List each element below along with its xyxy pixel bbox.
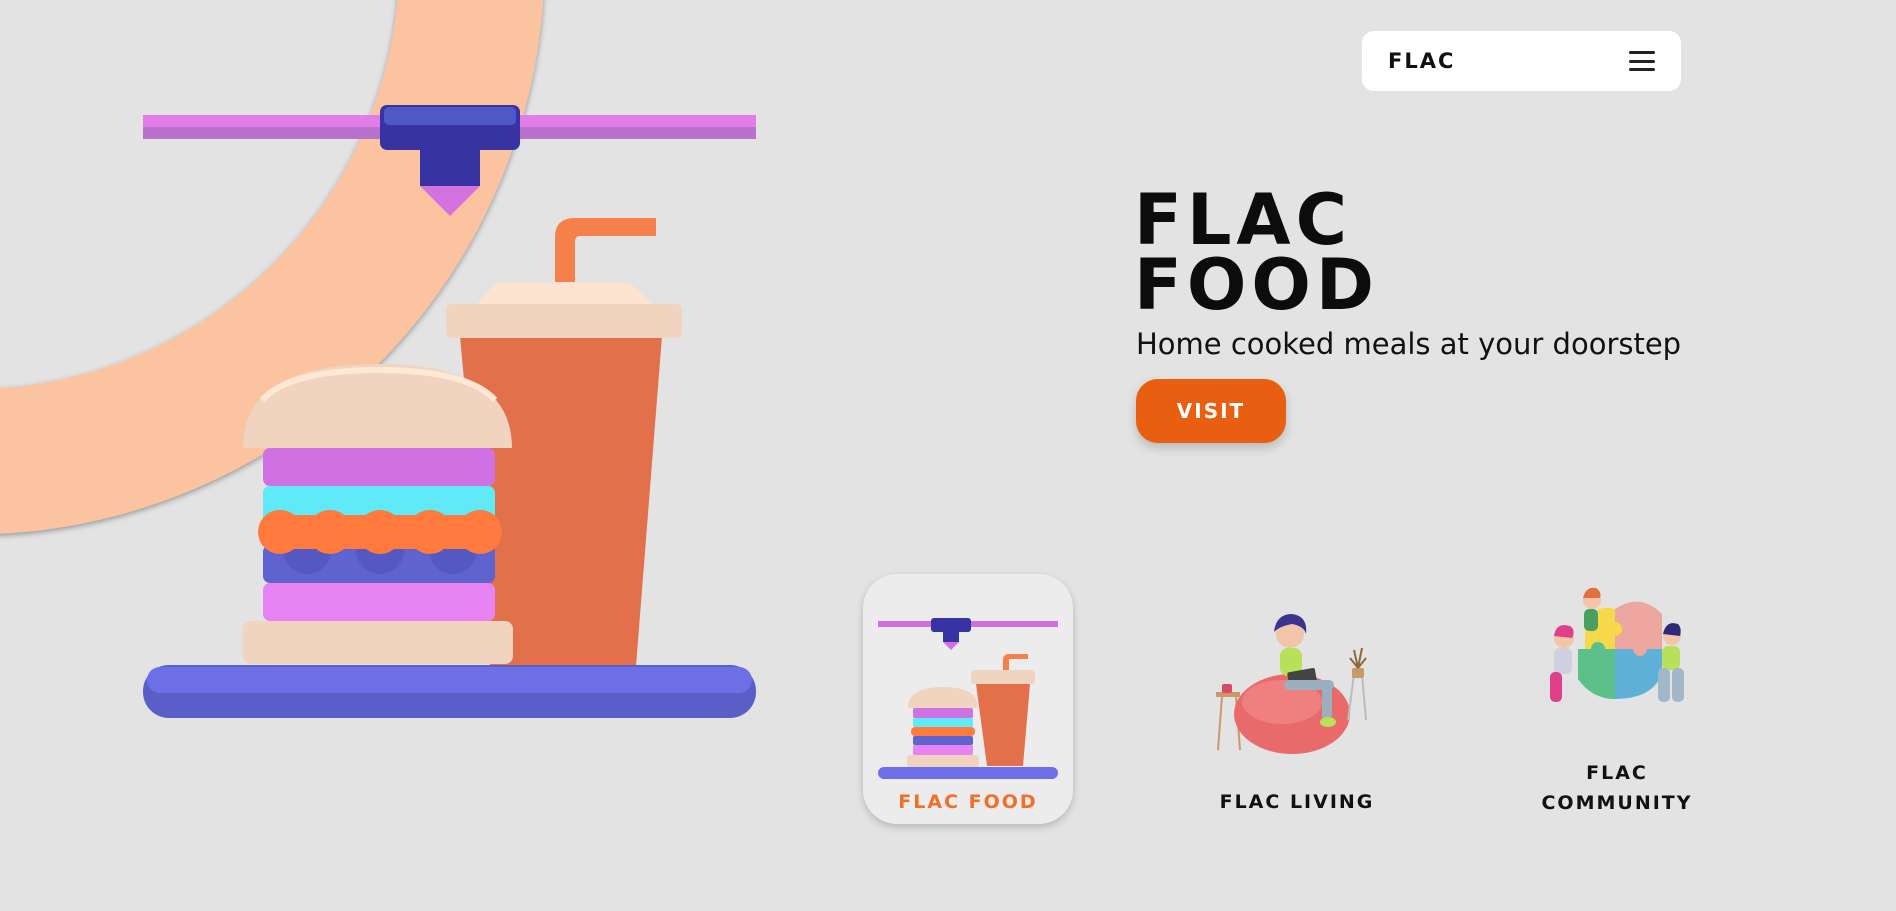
card-flac-living[interactable]: FLAC LIVING — [1192, 574, 1402, 824]
hamburger-menu-icon[interactable] — [1629, 51, 1655, 71]
burger-icon — [243, 364, 513, 664]
people-puzzle-icon — [1550, 587, 1684, 702]
card-flac-food[interactable]: FLAC FOOD — [863, 574, 1073, 824]
top-navbar: FLAC — [1362, 31, 1681, 91]
hero-title: FLAC FOOD — [1134, 185, 1379, 326]
card-label-line2: COMMUNITY — [1541, 792, 1693, 814]
visit-button[interactable]: VISIT — [1136, 379, 1286, 443]
woman-beanbag-laptop-icon — [1216, 614, 1367, 754]
hero-illustration — [0, 0, 756, 718]
hero-title-line2: FOOD — [1134, 244, 1379, 326]
hero-tagline: Home cooked meals at your doorstep — [1136, 327, 1682, 361]
card-flac-community[interactable]: FLAC COMMUNITY — [1512, 574, 1722, 824]
card-label-line1: FLAC — [1586, 762, 1648, 784]
brand-logo-text[interactable]: FLAC — [1388, 49, 1455, 73]
tray-icon — [143, 665, 756, 718]
card-label: FLAC LIVING — [1219, 791, 1375, 813]
card-label: FLAC FOOD — [898, 791, 1038, 813]
